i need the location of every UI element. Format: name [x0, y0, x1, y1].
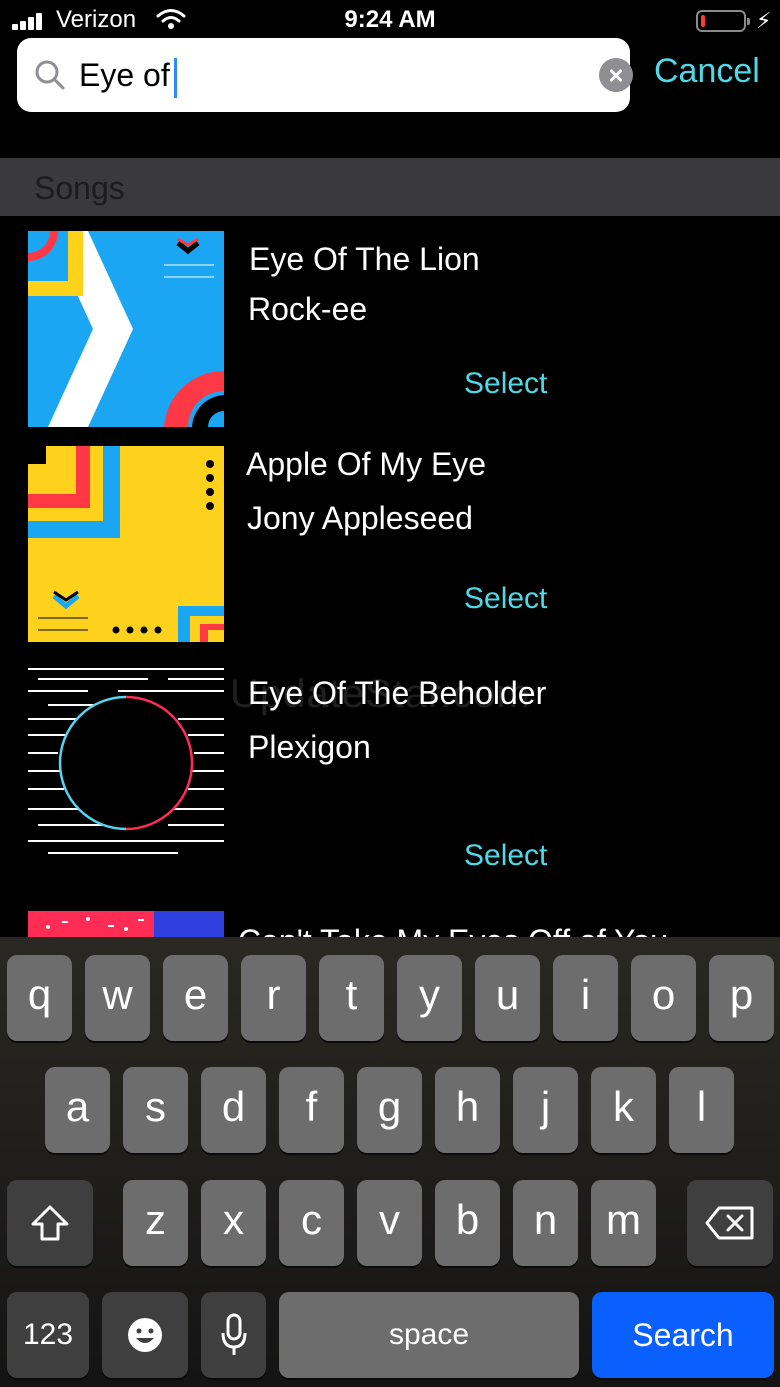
key-t[interactable]: t [319, 955, 384, 1041]
key-z[interactable]: z [123, 1180, 188, 1266]
key-e[interactable]: e [163, 955, 228, 1041]
list-item[interactable]: Apple Of My Eye Jony Appleseed Select [0, 446, 780, 646]
list-item[interactable]: Eye Of The Lion Rock-ee Select [0, 231, 780, 431]
numbers-key[interactable]: 123 [7, 1292, 89, 1378]
song-artist: Jony Appleseed [247, 500, 473, 536]
dictation-key[interactable] [201, 1292, 266, 1378]
album-art [28, 446, 224, 642]
clear-icon[interactable] [599, 58, 633, 92]
emoji-icon [128, 1318, 162, 1352]
key-h[interactable]: h [435, 1067, 500, 1153]
key-y[interactable]: y [397, 955, 462, 1041]
key-w[interactable]: w [85, 955, 150, 1041]
microphone-icon [221, 1313, 246, 1355]
key-c[interactable]: c [279, 1180, 344, 1266]
backspace-icon [705, 1206, 754, 1240]
select-button[interactable]: Select [464, 582, 547, 616]
key-u[interactable]: u [475, 955, 540, 1041]
clock: 9:24 AM [344, 6, 436, 33]
song-title: Eye Of The Lion [249, 241, 480, 277]
shift-key[interactable] [7, 1180, 93, 1266]
search-input[interactable]: Eye of [79, 52, 177, 98]
key-b[interactable]: b [435, 1180, 500, 1266]
charging-icon: ⚡ [756, 8, 772, 33]
key-p[interactable]: p [709, 955, 774, 1041]
watermark: UpdateStar.com [230, 672, 531, 716]
select-button[interactable]: Select [464, 839, 547, 873]
search-icon [35, 60, 65, 90]
key-v[interactable]: v [357, 1180, 422, 1266]
song-artist: Rock-ee [248, 291, 368, 327]
shift-icon [31, 1205, 69, 1241]
keyboard: q w e r t y u i o p a s d f g h j k l z … [0, 937, 780, 1387]
key-n[interactable]: n [513, 1180, 578, 1266]
section-header: Songs [0, 158, 780, 216]
backspace-key[interactable] [687, 1180, 773, 1266]
key-d[interactable]: d [201, 1067, 266, 1153]
key-g[interactable]: g [357, 1067, 422, 1153]
search-key[interactable]: Search [592, 1292, 774, 1378]
emoji-key[interactable] [102, 1292, 188, 1378]
key-m[interactable]: m [591, 1180, 656, 1266]
key-a[interactable]: a [45, 1067, 110, 1153]
status-bar: Verizon 9:24 AM ⚡ [0, 0, 780, 40]
select-button[interactable]: Select [464, 367, 547, 401]
battery-icon [696, 10, 750, 32]
key-o[interactable]: o [631, 955, 696, 1041]
album-art [28, 231, 224, 427]
key-f[interactable]: f [279, 1067, 344, 1153]
song-title: Apple Of My Eye [246, 446, 487, 482]
section-title: Songs [34, 170, 125, 206]
key-k[interactable]: k [591, 1067, 656, 1153]
album-art [28, 663, 224, 859]
song-artist: Plexigon [248, 729, 371, 765]
search-field[interactable]: Eye of [17, 38, 633, 112]
key-i[interactable]: i [553, 955, 618, 1041]
key-l[interactable]: l [669, 1067, 734, 1153]
key-j[interactable]: j [513, 1067, 578, 1153]
cancel-button[interactable]: Cancel [654, 52, 760, 91]
key-s[interactable]: s [123, 1067, 188, 1153]
key-q[interactable]: q [7, 955, 72, 1041]
text-caret [173, 57, 177, 98]
key-x[interactable]: x [201, 1180, 266, 1266]
space-key[interactable]: space [279, 1292, 579, 1378]
key-r[interactable]: r [241, 955, 306, 1041]
